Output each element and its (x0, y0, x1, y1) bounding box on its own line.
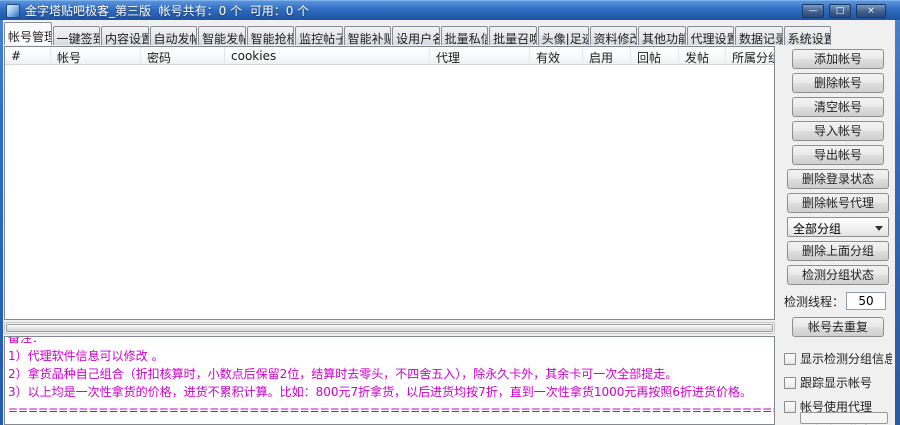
note-line-3: 3）以上均是一次性拿货的价格，进货不累积计算。比如：800元7折拿货，以后进货均… (8, 385, 752, 399)
check-group-status-button[interactable]: 检测分组状态 (787, 265, 889, 285)
notes-textarea[interactable]: 备注： 1）代理软件信息可以修改 。 2）拿货品种自己组合（折扣核算时，小数点后… (4, 336, 775, 425)
checkbox-row-track-account[interactable]: 跟踪显示帐号 (784, 375, 892, 390)
tab-profile-edit[interactable]: 资料修改 (589, 26, 638, 45)
tab-strip: 帐号管理 一键签到 内容设置 自动发帖 智能发帖 智能抢楼 监控帖子 智能补贴 … (4, 22, 832, 45)
column-header-password[interactable]: 密码 (141, 47, 225, 64)
add-account-button[interactable]: 添加帐号 (792, 49, 884, 69)
tab-bulk-message[interactable]: 批量私信 (440, 26, 489, 45)
column-header-group[interactable]: 所属分组 (726, 47, 774, 64)
column-header-account[interactable]: 帐号 (51, 47, 141, 64)
group-filter-dropdown[interactable]: 全部分组 (787, 217, 889, 237)
tab-data-records[interactable]: 数据记录 (735, 26, 783, 45)
clear-accounts-button[interactable]: 清空帐号 (792, 97, 884, 117)
window-controls: — □ × (802, 4, 886, 18)
export-accounts-button[interactable]: 导出帐号 (792, 145, 884, 165)
delete-account-proxy-button[interactable]: 删除帐号代理 (787, 193, 889, 213)
tab-monitor-post[interactable]: 监控帖子 (295, 26, 343, 45)
app-window: 金字塔贴吧极客_第三版 帐号共有：0 个 可用：0 个 — □ × 帐号管理 一… (0, 0, 900, 425)
tab-other-functions[interactable]: 其他功能 (638, 26, 686, 45)
note-line-1: 1）代理软件信息可以修改 。 (8, 349, 164, 363)
table-header-row: # 帐号 密码 cookies 代理 有效 启用 回帖 发帖 所属分组 (5, 47, 774, 65)
tab-one-key-signin[interactable]: 一键签到 (52, 26, 101, 45)
column-header-index[interactable]: # (5, 47, 51, 64)
tab-smart-post[interactable]: 智能发帖 (198, 26, 246, 45)
scrollbar-thumb[interactable] (6, 324, 773, 332)
close-button[interactable]: × (856, 4, 886, 18)
group-filter-value: 全部分组 (793, 222, 842, 236)
tab-smart-subsidy[interactable]: 智能补贴 (343, 26, 392, 45)
tab-bulk-summon[interactable]: 批量召唤 (489, 26, 537, 45)
account-table: # 帐号 密码 cookies 代理 有效 启用 回帖 发帖 所属分组 (4, 46, 775, 320)
check-threads-input[interactable]: 50 (846, 292, 887, 310)
dedupe-accounts-button[interactable]: 帐号去重复 (792, 317, 884, 337)
notes-content: 备注： 1）代理软件信息可以修改 。 2）拿货品种自己组合（折扣核算时，小数点后… (5, 336, 774, 419)
tab-set-username[interactable]: 设用户名 (392, 26, 440, 45)
column-header-post[interactable]: 发帖 (679, 47, 726, 64)
partially-visible-control[interactable] (800, 412, 888, 424)
tab-proxy-settings[interactable]: 代理设置 (686, 26, 735, 45)
import-accounts-button[interactable]: 导入帐号 (792, 121, 884, 141)
titlebar: 金字塔贴吧极客_第三版 帐号共有：0 个 可用：0 个 — □ × (0, 0, 900, 20)
checkbox-label: 显示检测分组信息 (800, 352, 892, 366)
tab-content-settings[interactable]: 内容设置 (101, 26, 149, 45)
sidebar: 添加帐号 删除帐号 清空帐号 导入帐号 导出帐号 删除登录状态 删除帐号代理 全… (782, 49, 894, 425)
chevron-down-icon (875, 226, 883, 231)
check-threads-row: 检测线程： 50 (784, 291, 892, 311)
table-body-empty[interactable] (5, 65, 774, 319)
minimize-button[interactable]: — (802, 4, 824, 18)
tab-account-management[interactable]: 帐号管理 (4, 22, 52, 45)
delete-login-state-button[interactable]: 删除登录状态 (787, 169, 889, 189)
checkbox-label: 跟踪显示帐号 (800, 376, 873, 390)
note-line-2: 2）拿货品种自己组合（折扣核算时，小数点后保留2位，结算时去零头，不四舍五入），… (8, 367, 678, 381)
delete-account-button[interactable]: 删除帐号 (792, 73, 884, 93)
checkbox-row-show-group-info[interactable]: 显示检测分组信息 (784, 351, 892, 366)
app-icon (6, 3, 20, 18)
delete-above-group-button[interactable]: 删除上面分组 (787, 241, 889, 261)
note-separator-line: ========================================… (8, 403, 774, 417)
column-header-proxy[interactable]: 代理 (430, 47, 530, 64)
tab-avatar-footprint[interactable]: 头像|足迹 (537, 26, 589, 45)
tab-auto-post[interactable]: 自动发帖 (149, 26, 198, 45)
checkbox-icon[interactable] (784, 400, 796, 413)
horizontal-scrollbar[interactable] (4, 322, 775, 334)
maximize-button[interactable]: □ (829, 4, 851, 18)
note-line-clipped: 备注： (8, 336, 45, 345)
check-threads-label: 检测线程： (784, 294, 845, 309)
column-header-valid[interactable]: 有效 (530, 47, 583, 64)
column-header-reply[interactable]: 回帖 (631, 47, 679, 64)
column-header-enabled[interactable]: 启用 (583, 47, 631, 64)
tab-system-settings[interactable]: 系统设置 (783, 26, 832, 45)
checkbox-icon[interactable] (784, 376, 796, 389)
column-header-cookies[interactable]: cookies (225, 47, 430, 64)
client-area: 帐号管理 一键签到 内容设置 自动发帖 智能发帖 智能抢楼 监控帖子 智能补贴 … (3, 20, 895, 425)
window-title: 金字塔贴吧极客_第三版 帐号共有：0 个 可用：0 个 (25, 4, 310, 18)
checkbox-icon[interactable] (784, 352, 796, 365)
tab-smart-floor-grab[interactable]: 智能抢楼 (246, 26, 295, 45)
